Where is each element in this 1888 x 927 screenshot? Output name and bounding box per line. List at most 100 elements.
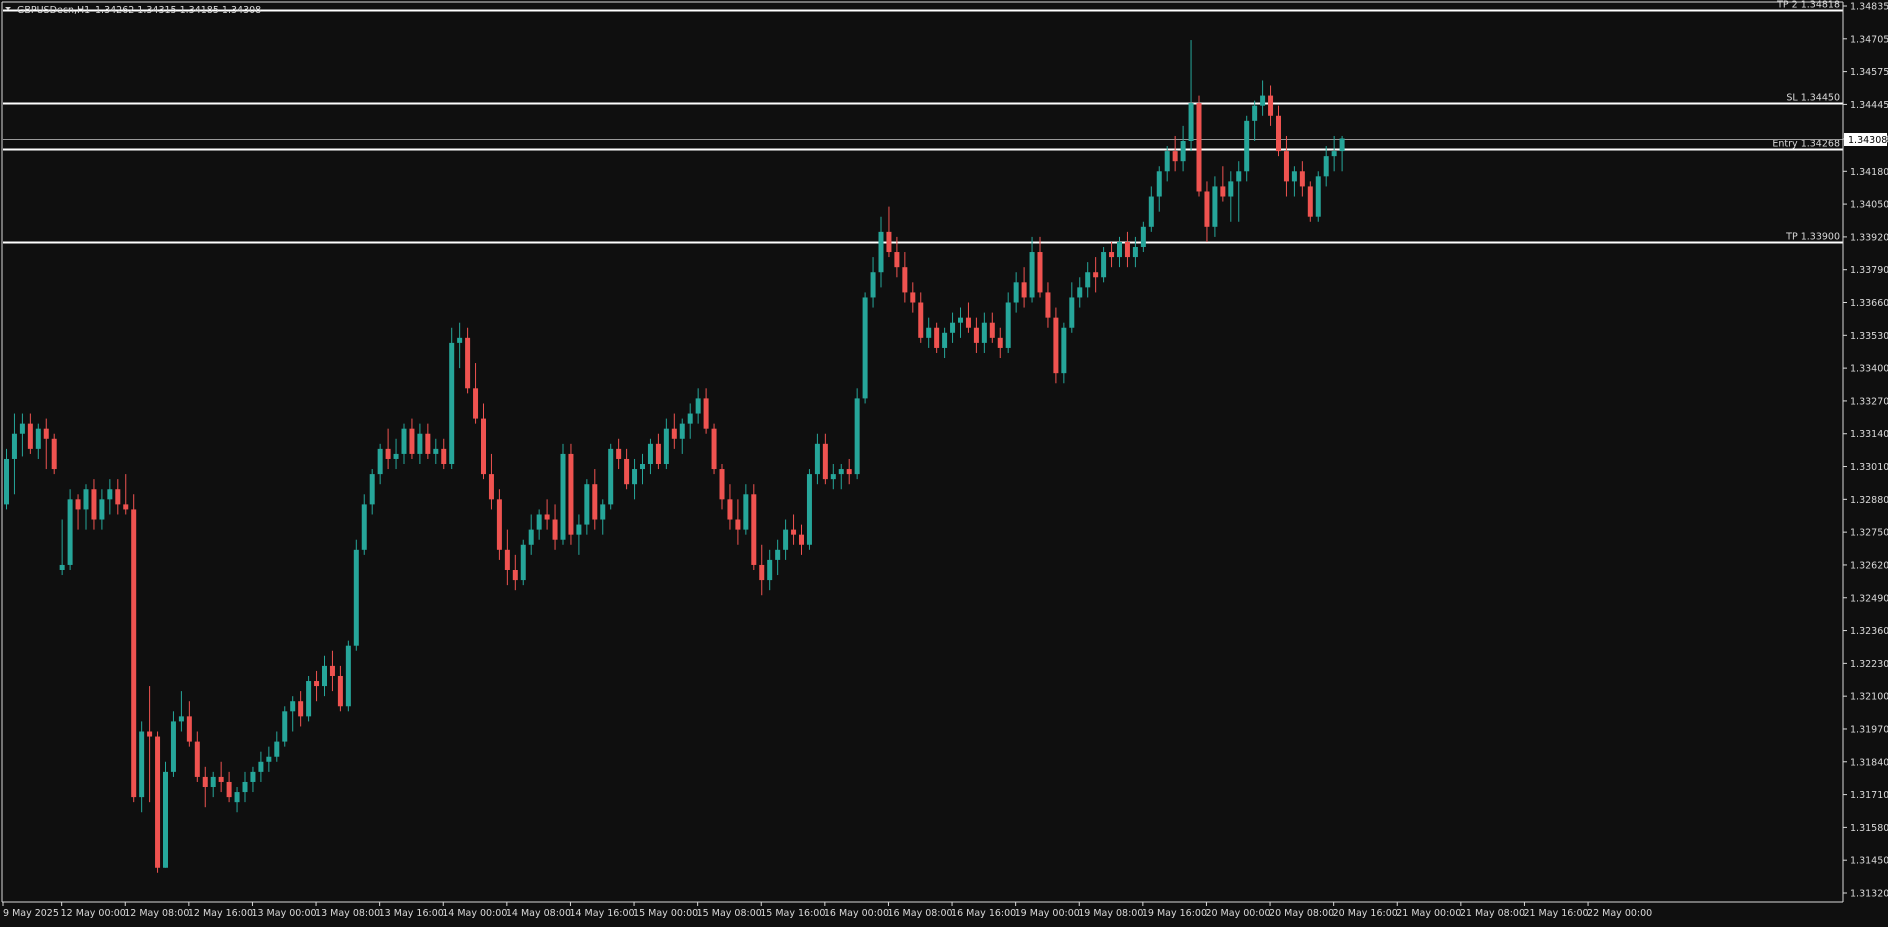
current-price-label: 1.34308 (1848, 135, 1887, 146)
candle-body (1291, 171, 1297, 182)
candle-body (568, 453, 574, 535)
candle (608, 443, 614, 510)
candle-body (727, 499, 733, 520)
candle-body (958, 317, 963, 323)
price-tick-label: 1.32880 (1850, 495, 1888, 506)
price-tick-label: 1.31970 (1850, 724, 1888, 735)
candle-body (266, 756, 272, 762)
candle-body (767, 559, 773, 581)
price-tick-label: 1.32230 (1850, 659, 1888, 670)
price-tick-label: 1.33790 (1850, 265, 1888, 276)
price-tick-label: 1.32620 (1850, 560, 1888, 571)
candle-body (91, 489, 97, 520)
candle (1315, 171, 1321, 222)
candle-body (1299, 171, 1305, 187)
price-tick-label: 1.31840 (1850, 757, 1888, 768)
candle-body (4, 458, 9, 505)
candle-body (1109, 252, 1115, 258)
level-label-tp: TP 1.33900 (1785, 232, 1840, 243)
candle-body (1220, 186, 1226, 197)
candle-body (910, 292, 916, 303)
candle (345, 640, 351, 712)
candle-body (806, 474, 812, 545)
candle-body (663, 428, 669, 465)
candle-body (560, 453, 566, 540)
candle-body (298, 701, 304, 717)
candle-body (862, 297, 868, 399)
candle-body (202, 776, 208, 788)
candle-body (306, 681, 312, 717)
candle-body (377, 448, 383, 475)
candle-body (687, 413, 693, 424)
candle-body (1013, 282, 1019, 303)
candle-body (258, 761, 264, 772)
candle-body (1021, 282, 1027, 298)
time-tick-label: 20 May 08:00 (1269, 908, 1334, 919)
candle-body (226, 781, 232, 798)
candle-body (99, 499, 105, 520)
candle (131, 494, 137, 803)
price-tick-label: 1.33920 (1850, 232, 1888, 243)
candle-body (147, 731, 153, 737)
candle-body (481, 418, 486, 475)
candle-body (409, 428, 415, 454)
candle-body (210, 776, 216, 788)
candle-body (178, 716, 184, 722)
candle-body (1061, 327, 1067, 374)
candle-body (584, 484, 590, 525)
candle-body (592, 484, 598, 520)
price-tick-label: 1.33270 (1850, 396, 1888, 407)
candle-body (11, 433, 17, 459)
candle-body (194, 741, 200, 777)
candle-body (35, 428, 41, 449)
candle-body (894, 252, 900, 268)
candle-body (353, 549, 359, 646)
candle-body (759, 564, 765, 581)
candle-body (1085, 272, 1091, 288)
candle (306, 675, 312, 722)
candle-body (616, 448, 622, 459)
candle-body (1323, 156, 1329, 177)
candle-body (1315, 176, 1321, 217)
candle-body (1045, 292, 1051, 318)
candle-body (337, 675, 343, 707)
candle-body (123, 504, 129, 510)
candle-body (369, 474, 375, 505)
price-tick-label: 1.34445 (1850, 100, 1888, 111)
candle-body (75, 499, 81, 510)
price-tick-label: 1.31320 (1850, 889, 1888, 900)
candle-body (679, 423, 685, 439)
candle-body (51, 438, 57, 470)
candle-body (1228, 181, 1234, 197)
candle-body (870, 272, 876, 298)
candle-body (520, 544, 526, 581)
candle-body (997, 337, 1003, 348)
candle-body (131, 509, 137, 798)
candle-body (1101, 252, 1107, 278)
candle-body (115, 489, 121, 505)
price-tick-label: 1.32490 (1850, 593, 1888, 604)
candle-body (918, 302, 924, 338)
candle-body (1037, 252, 1043, 293)
candle-body (1029, 252, 1035, 298)
candle-body (425, 433, 431, 454)
candle-body (838, 469, 844, 475)
candle-body (1252, 105, 1258, 121)
candle-body (775, 549, 781, 560)
candle-body (1069, 297, 1075, 328)
candle-body (878, 231, 884, 273)
candle-body (1124, 241, 1130, 258)
time-tick-label: 14 May 08:00 (506, 908, 571, 919)
candle-body (1117, 241, 1122, 258)
price-tick-label: 1.33010 (1850, 462, 1888, 473)
candle-body (1283, 151, 1289, 182)
time-tick-label: 15 May 16:00 (760, 908, 825, 919)
candle-body (139, 731, 145, 798)
candle-body (640, 464, 645, 470)
candle-body (107, 489, 113, 500)
candle-body (290, 701, 296, 712)
candlestick-chart[interactable]: TP 2 1.34818SL 1.34450Entry 1.34268TP 1.… (0, 0, 1888, 923)
price-tick-label: 1.33140 (1850, 429, 1888, 440)
chart-container[interactable]: TP 2 1.34818 SL 1.34450 Entry 1.34268 TP 1.… (0, 0, 1888, 923)
candle-body (361, 504, 367, 550)
